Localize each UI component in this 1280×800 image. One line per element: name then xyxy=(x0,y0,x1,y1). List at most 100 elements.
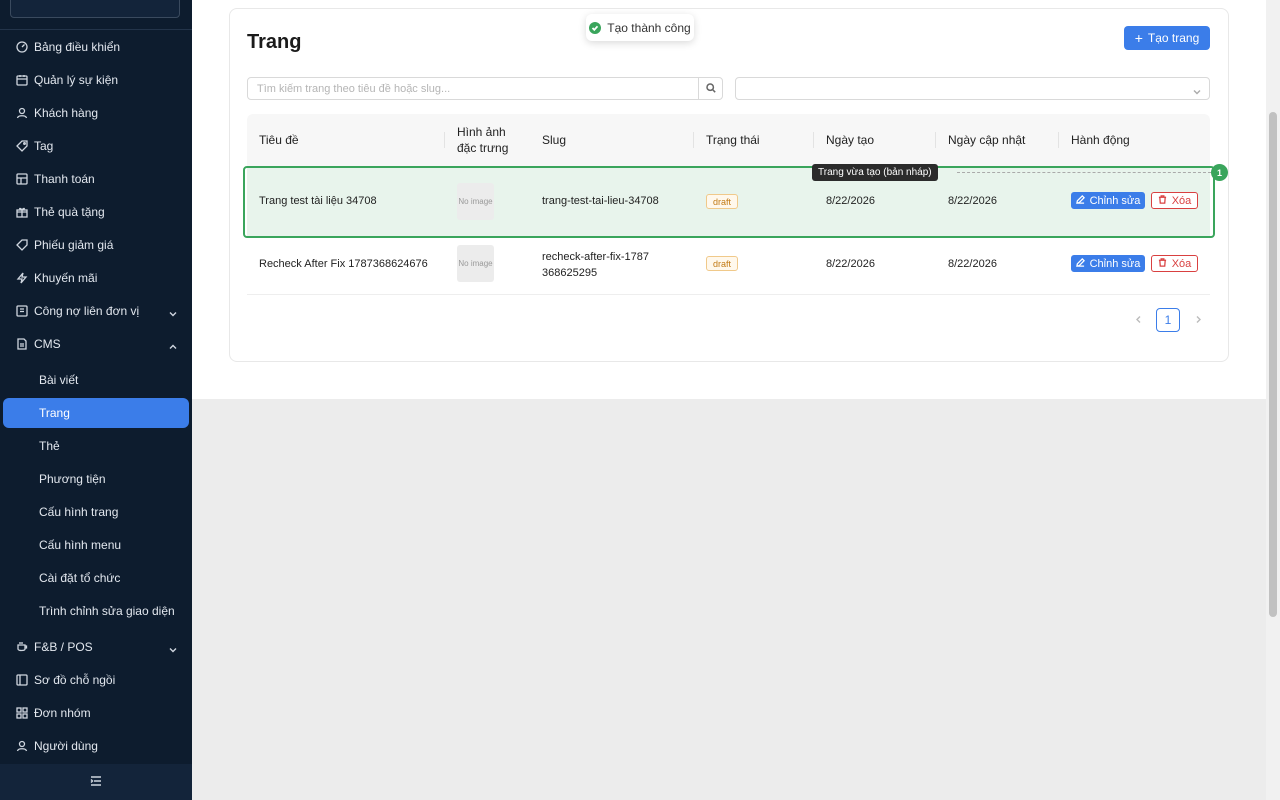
sidebar-item-label: Trang xyxy=(39,406,70,420)
chevron-right-icon xyxy=(1195,312,1202,326)
sidebar-item-media[interactable]: Phương tiện xyxy=(3,464,189,494)
dashboard-icon xyxy=(16,41,28,53)
sidebar-item-posts[interactable]: Bài viết xyxy=(3,365,189,395)
sidebar-item-label: Cấu hình trang xyxy=(39,505,119,519)
sidebar-item-fnb-pos[interactable]: F&B / POS xyxy=(3,632,189,662)
column-header-updated: Ngày cập nhật xyxy=(948,133,1026,147)
edit-icon xyxy=(1075,257,1090,270)
coffee-icon xyxy=(16,641,28,653)
highlight-box xyxy=(243,166,1215,238)
sidebar-item-label: Đơn nhóm xyxy=(34,706,91,720)
search-box xyxy=(247,77,723,100)
sidebar-item-label: Cài đặt tổ chức xyxy=(39,571,121,585)
table-header: Tiêu đề Hình ảnh đặc trưng Slug Trạng th… xyxy=(247,114,1210,166)
create-page-button[interactable]: + Tạo trang xyxy=(1124,26,1210,50)
sidebar-item-events[interactable]: Quản lý sự kiện xyxy=(3,65,189,95)
chevron-left-icon xyxy=(1135,312,1142,326)
column-divider xyxy=(444,132,445,148)
trash-icon xyxy=(1158,257,1172,270)
page-scrollbar[interactable] xyxy=(1266,0,1280,800)
sidebar-divider xyxy=(0,29,192,30)
row-title: Recheck After Fix 1787368624676 xyxy=(259,258,428,270)
sidebar-item-seat-map[interactable]: Sơ đồ chỗ ngồi xyxy=(3,665,189,695)
pagination-page-1[interactable]: 1 xyxy=(1156,308,1180,332)
sidebar-item-label: CMS xyxy=(34,337,61,351)
status-filter-select[interactable] xyxy=(735,77,1210,100)
sidebar-item-cms-tags[interactable]: Thẻ xyxy=(3,431,189,461)
tag-icon xyxy=(16,140,28,152)
sidebar-item-label: Bảng điều khiển xyxy=(34,40,121,54)
check-circle-icon xyxy=(589,21,602,34)
gift-icon xyxy=(16,206,28,218)
sidebar-item-gift-cards[interactable]: Thẻ quà tặng xyxy=(3,197,189,227)
sidebar-item-label: Phiếu giảm giá xyxy=(34,238,114,252)
search-button[interactable] xyxy=(698,78,722,99)
column-divider xyxy=(935,132,936,148)
pagination-next-button[interactable] xyxy=(1192,312,1204,326)
chevron-down-icon xyxy=(1193,85,1201,95)
sidebar-item-label: Thẻ quà tặng xyxy=(34,205,105,219)
grid-icon xyxy=(16,707,28,719)
sidebar-item-customers[interactable]: Khách hàng xyxy=(3,98,189,128)
column-header-actions: Hành động xyxy=(1071,133,1130,147)
page-title: Trang xyxy=(247,31,302,53)
sidebar-item-label: Người dùng xyxy=(34,739,98,753)
row-slug: recheck-after-fix-1787368625295 xyxy=(542,251,649,279)
sidebar-item-promotions[interactable]: Khuyến mãi xyxy=(3,263,189,293)
table-row: Recheck After Fix 1787368624676 No image… xyxy=(247,233,1210,295)
sidebar-collapse-button[interactable] xyxy=(0,764,192,800)
payment-icon xyxy=(16,173,28,185)
sidebar-item-coupons[interactable]: Phiếu giảm giá xyxy=(3,230,189,260)
success-toast: Tạo thành công xyxy=(586,14,694,41)
edit-button[interactable]: Chỉnh sửa xyxy=(1071,255,1145,272)
sidebar-item-label: Tag xyxy=(34,139,54,153)
sidebar-item-label: Phương tiện xyxy=(39,472,106,486)
file-icon xyxy=(16,338,28,350)
column-header-image: Hình ảnh đặc trưng xyxy=(457,125,509,155)
chevron-down-icon xyxy=(169,643,177,653)
column-divider xyxy=(813,132,814,148)
lightning-icon xyxy=(16,272,28,284)
sidebar-item-payment[interactable]: Thanh toán xyxy=(3,164,189,194)
scrollbar-thumb[interactable] xyxy=(1269,112,1277,617)
sidebar-item-users[interactable]: Người dùng xyxy=(3,731,189,761)
sidebar-item-label: Sơ đồ chỗ ngồi xyxy=(34,673,116,687)
delete-button[interactable]: Xóa xyxy=(1151,255,1198,272)
sidebar-item-label: Công nợ liên đơn vị xyxy=(34,304,140,318)
sidebar-item-menu-config[interactable]: Cấu hình menu xyxy=(3,530,189,560)
menu-fold-icon xyxy=(90,775,102,790)
column-divider xyxy=(1058,132,1059,148)
sidebar-search-input[interactable] xyxy=(10,0,180,18)
sidebar-item-theme-editor[interactable]: Trình chỉnh sửa giao diện xyxy=(3,596,189,626)
sidebar-item-page-config[interactable]: Cấu hình trang xyxy=(3,497,189,527)
delete-label: Xóa xyxy=(1171,257,1192,270)
sidebar-item-label: Cấu hình menu xyxy=(39,538,122,552)
sidebar-item-cms[interactable]: CMS xyxy=(3,329,189,359)
row-created-date: 8/22/2026 xyxy=(826,258,875,270)
sidebar-item-org-settings[interactable]: Cài đặt tổ chức xyxy=(3,563,189,593)
column-header-created: Ngày tạo xyxy=(826,133,875,147)
edit-label: Chỉnh sửa xyxy=(1089,257,1141,270)
pagination-prev-button[interactable] xyxy=(1132,312,1144,326)
featured-image-placeholder: No image xyxy=(457,245,494,282)
column-header-slug: Slug xyxy=(542,133,567,147)
search-icon xyxy=(705,82,716,96)
sidebar-item-group-orders[interactable]: Đơn nhóm xyxy=(3,698,189,728)
status-badge: draft xyxy=(706,256,739,271)
sidebar-item-label: Trình chỉnh sửa giao diện xyxy=(39,604,175,618)
sidebar-item-label: Khuyến mãi xyxy=(34,271,98,285)
create-page-label: Tạo trang xyxy=(1147,31,1200,45)
sidebar-item-debts[interactable]: Công nợ liên đơn vị xyxy=(3,296,189,326)
annotation-connector xyxy=(957,172,1211,173)
column-header-title: Tiêu đề xyxy=(259,133,299,147)
sidebar-item-tag[interactable]: Tag xyxy=(3,131,189,161)
sidebar-item-pages[interactable]: Trang xyxy=(3,398,189,428)
calendar-icon xyxy=(16,74,28,86)
annotation-tooltip: Trang vừa tạo (bản nháp) xyxy=(812,164,938,181)
sidebar-item-label: Bài viết xyxy=(39,373,79,387)
search-input[interactable] xyxy=(248,78,698,99)
sidebar-item-label: Quản lý sự kiện xyxy=(34,73,119,87)
seat-map-icon xyxy=(16,674,28,686)
sidebar-item-dashboard[interactable]: Bảng điều khiển xyxy=(3,32,189,62)
user-icon xyxy=(16,107,28,119)
